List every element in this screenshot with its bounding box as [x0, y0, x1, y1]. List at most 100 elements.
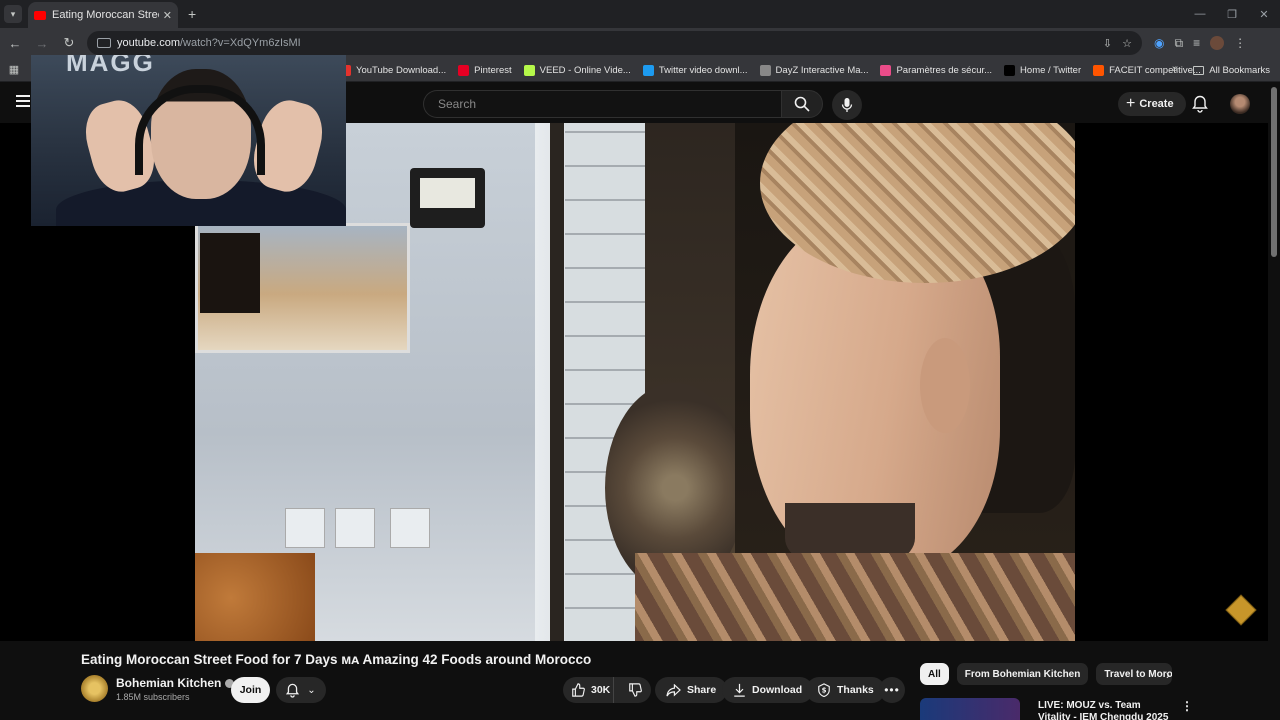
close-window-button[interactable]: ✕ [1248, 0, 1280, 28]
download-label: Download [752, 684, 803, 696]
thanks-dollar-icon: $ [818, 683, 830, 697]
thanks-button[interactable]: $ Thanks [806, 677, 885, 703]
bookmark-label: VEED - Online Vide... [539, 64, 631, 76]
plus-icon: + [1126, 95, 1136, 112]
share-icon [666, 683, 681, 697]
bookmark-item[interactable]: Home / Twitter [1004, 64, 1082, 76]
channel-name-row[interactable]: Bohemian Kitchen [116, 676, 235, 690]
chip-all[interactable]: All [920, 663, 949, 685]
recommended-menu-icon[interactable]: ⋮ [1181, 699, 1193, 713]
download-button[interactable]: Download [722, 677, 814, 703]
tab-close-icon[interactable]: ✕ [163, 9, 172, 22]
more-bookmarks-icon[interactable]: » [1172, 63, 1178, 75]
microphone-icon [841, 98, 853, 112]
bookmark-favicon-icon [523, 64, 535, 76]
page-scrollbar[interactable] [1271, 87, 1277, 257]
window-controls: — ❐ ✕ [1184, 0, 1280, 28]
svg-text:$: $ [822, 687, 827, 695]
bookmark-item[interactable]: YouTube Download... [340, 64, 447, 76]
join-button[interactable]: Join [231, 677, 270, 703]
new-tab-button[interactable]: + [188, 6, 196, 22]
search-button[interactable] [781, 90, 823, 118]
address-bar[interactable]: youtube.com/watch?v=XdQYm6zIsMI ⇩ ☆ [87, 31, 1142, 55]
back-button[interactable]: ← [3, 31, 27, 55]
thumbs-up-icon [572, 683, 585, 697]
chip-from-channel[interactable]: From Bohemian Kitchen [956, 663, 1089, 685]
site-info-icon[interactable] [97, 38, 111, 48]
chevron-right-icon[interactable]: › [1166, 668, 1170, 682]
extensions-puzzle-icon[interactable]: ⧉ [1174, 36, 1183, 51]
bookmark-label: Home / Twitter [1020, 64, 1082, 76]
youtube-favicon-icon [34, 10, 46, 20]
tab-title: Eating Moroccan Street Food fo [52, 9, 159, 21]
bookmark-favicon-icon [1093, 64, 1105, 76]
browser-menu-icon[interactable]: ⋮ [1234, 36, 1246, 50]
url-path: /watch?v=XdQYm6zIsMI [179, 37, 301, 49]
bookmark-label: FACEIT competitive... [1109, 64, 1201, 76]
forward-button[interactable]: → [30, 31, 54, 55]
bookmark-label: Pinterest [474, 64, 512, 76]
extension-icon[interactable]: ◉ [1154, 36, 1164, 50]
bookmark-label: Twitter video downl... [658, 64, 748, 76]
bookmark-favicon-icon [880, 64, 892, 76]
bookmark-item[interactable]: DayZ Interactive Ma... [759, 64, 869, 76]
hamburger-menu-icon[interactable] [16, 95, 30, 107]
profile-avatar[interactable] [1210, 36, 1225, 50]
thanks-label: Thanks [837, 684, 874, 696]
bookmark-item[interactable]: Paramètres de sécur... [880, 64, 993, 76]
video-details: Eating Moroccan Street Food for 7 Days ᴍ… [0, 641, 1280, 720]
restore-button[interactable]: ❐ [1216, 0, 1248, 28]
dislike-button[interactable] [620, 677, 651, 703]
bookmark-label: DayZ Interactive Ma... [775, 64, 869, 76]
tab-search-button[interactable]: ▾ [4, 5, 22, 23]
channel-avatar[interactable] [81, 675, 108, 702]
bookmark-label: YouTube Download... [356, 64, 447, 76]
bookmark-item[interactable]: Pinterest [458, 64, 512, 76]
bookmark-favicon-icon [759, 64, 771, 76]
bookmark-favicon-icon [458, 64, 470, 76]
chevron-down-icon: ⌄ [307, 684, 316, 696]
search-bar [423, 90, 823, 118]
more-actions-button[interactable]: ••• [879, 677, 905, 703]
chip-travel[interactable]: Travel to Morocco [1096, 663, 1173, 685]
create-label: Create [1139, 98, 1174, 110]
thumbs-down-icon [629, 683, 643, 697]
bookmark-item[interactable]: Twitter video downl... [642, 64, 748, 76]
webcam-overlay: MAGG [31, 55, 346, 226]
search-icon [794, 96, 810, 112]
bookmark-item[interactable]: VEED - Online Vide... [523, 64, 631, 76]
like-button[interactable]: 30K [563, 677, 614, 703]
minimize-button[interactable]: — [1184, 0, 1216, 28]
download-icon [734, 683, 745, 697]
all-bookmarks-label: All Bookmarks [1209, 64, 1270, 76]
recommended-title[interactable]: LIVE: MOUZ vs. Team Vitality - IEM Cheng… [1038, 700, 1173, 720]
browser-tab-active[interactable]: Eating Moroccan Street Food fo ✕ [28, 2, 178, 28]
search-input[interactable] [423, 90, 781, 118]
notifications-button[interactable] [1192, 95, 1208, 118]
recommended-thumbnail[interactable] [920, 698, 1020, 720]
channel-name[interactable]: Bohemian Kitchen [116, 676, 221, 690]
share-label: Share [687, 684, 717, 696]
all-bookmarks-button[interactable]: All Bookmarks [1193, 58, 1270, 82]
bookmark-favicon-icon [1004, 64, 1016, 76]
url-host: youtube.com [117, 37, 180, 49]
voice-search-button[interactable] [832, 90, 862, 120]
related-filter-chips: All From Bohemian Kitchen Travel to Moro… [920, 663, 1173, 685]
bookmark-label: Paramètres de sécur... [896, 64, 993, 76]
bookmark-item[interactable]: FACEIT competitive... [1093, 64, 1201, 76]
share-button[interactable]: Share [655, 677, 728, 703]
apps-grid-icon[interactable]: ▦ [0, 63, 28, 76]
account-avatar[interactable] [1230, 94, 1250, 114]
video-title: Eating Moroccan Street Food for 7 Days ᴍ… [81, 652, 592, 667]
create-button[interactable]: + Create [1118, 92, 1186, 116]
like-count: 30K [591, 684, 611, 696]
reload-button[interactable]: ↻ [57, 31, 81, 55]
folder-icon [1193, 65, 1205, 75]
browser-toolbar: ← → ↻ youtube.com/watch?v=XdQYm6zIsMI ⇩ … [0, 28, 1280, 58]
media-controls-icon[interactable]: ≡ [1193, 36, 1200, 50]
webcam-backdrop-text: MAGG [66, 55, 155, 77]
bookmark-star-icon[interactable]: ☆ [1122, 37, 1132, 50]
bell-icon [1192, 95, 1208, 113]
subscription-notifications-button[interactable]: ⌄ [276, 677, 326, 703]
install-app-icon[interactable]: ⇩ [1103, 37, 1112, 50]
